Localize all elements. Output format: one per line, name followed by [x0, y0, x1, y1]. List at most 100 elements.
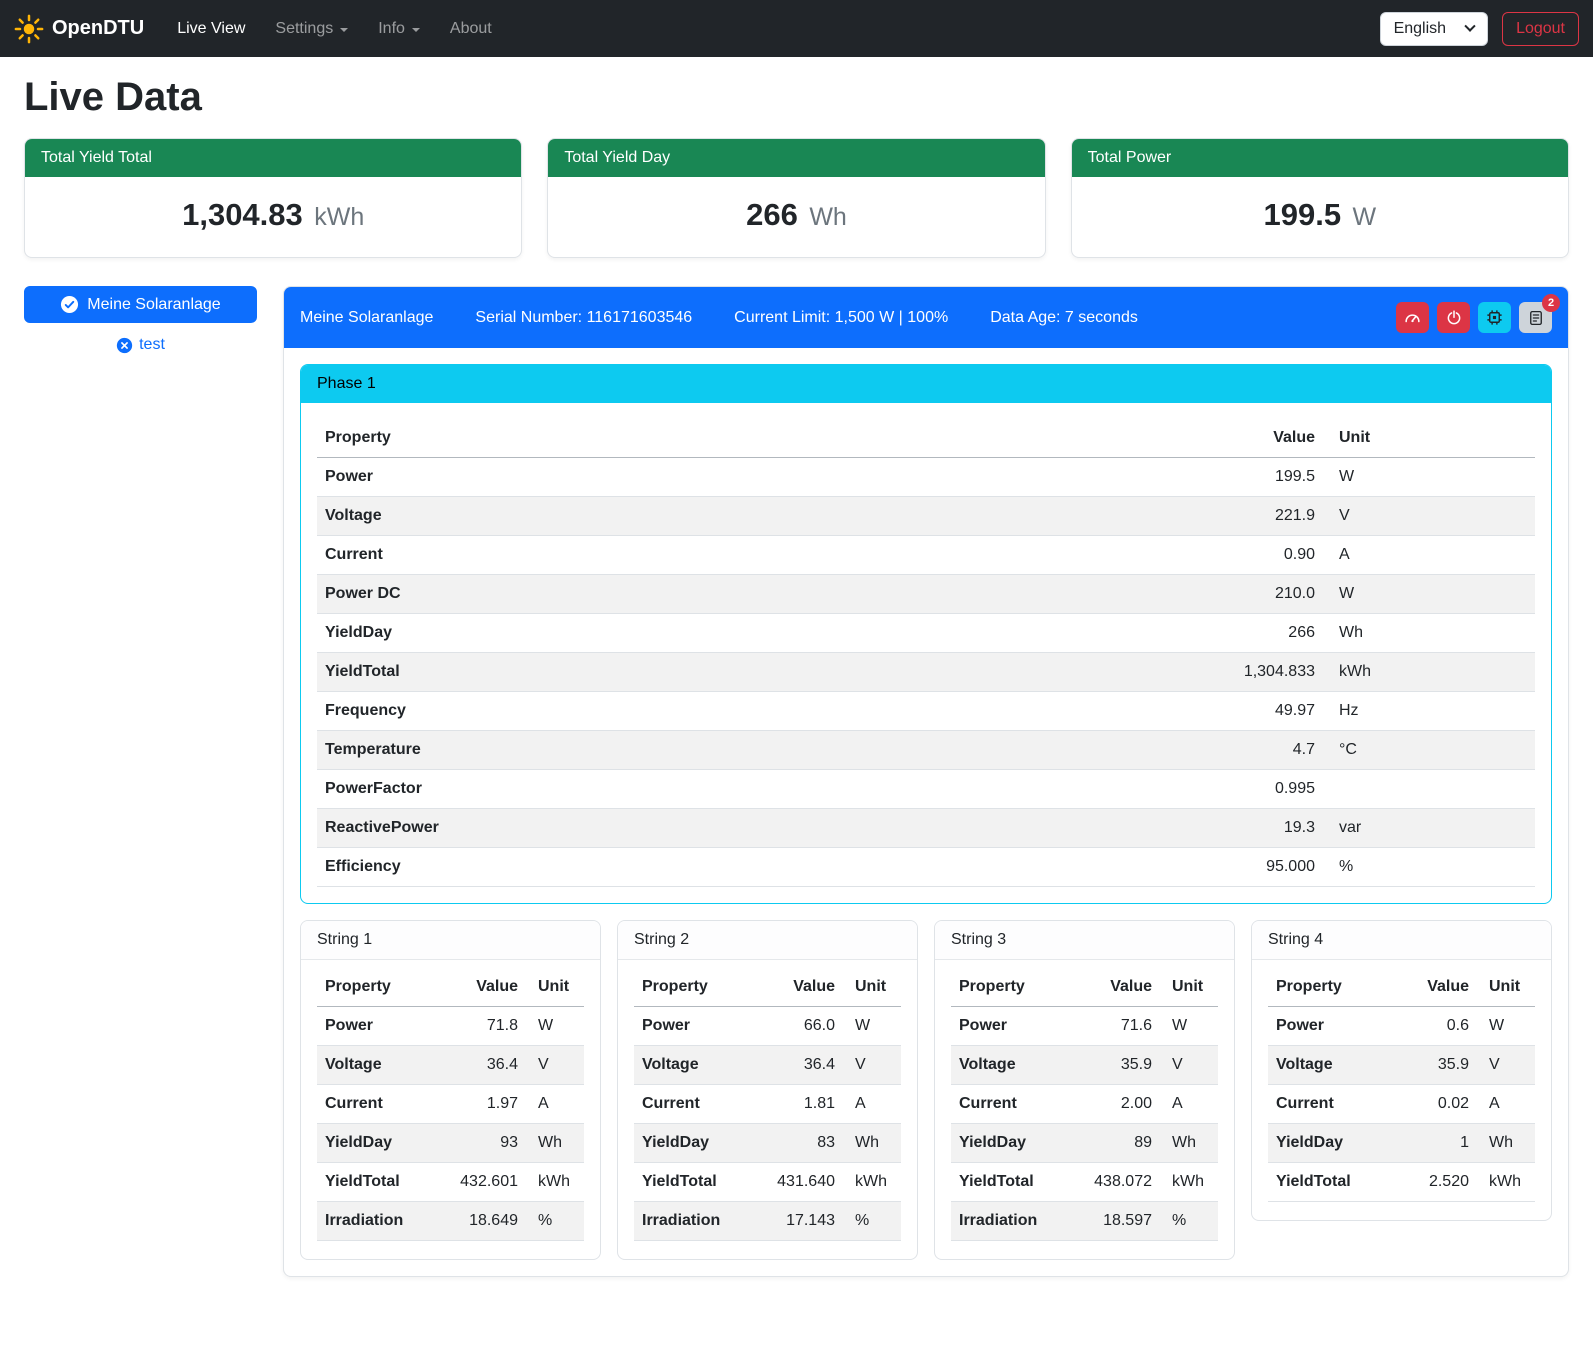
string-body: Property Value Unit Power [1252, 960, 1551, 1220]
strings-row: String 1 Property Value Unit [300, 920, 1552, 1260]
column-header-property: Property [317, 968, 444, 1007]
unit-cell: A [1323, 536, 1535, 575]
nav-links: Live View Settings Info About [162, 12, 1379, 46]
unit-cell: Wh [843, 1124, 901, 1163]
main-row: Meine Solaranlage test Meine Solaranlage [24, 286, 1569, 1277]
table-row: YieldTotal 432.601 kWh [317, 1163, 584, 1202]
nav-item-live-view[interactable]: Live View [162, 12, 260, 46]
device-info-button[interactable] [1478, 302, 1511, 333]
inverter-panel-header: Meine Solaranlage Serial Number: 1161716… [284, 287, 1568, 348]
property-cell: Power [951, 1007, 1078, 1046]
journal-icon [1527, 309, 1545, 327]
column-header-unit: Unit [1477, 968, 1535, 1007]
property-cell: YieldDay [634, 1124, 761, 1163]
unit-cell: Hz [1323, 692, 1535, 731]
event-log-button[interactable]: 2 [1519, 302, 1552, 333]
property-cell: Power [317, 458, 1211, 497]
card-body: 199.5 W [1072, 177, 1568, 257]
unit-cell: V [1477, 1046, 1535, 1085]
unit-cell: Wh [1323, 614, 1535, 653]
value-cell: 1,304.833 [1211, 653, 1323, 692]
table-row: Voltage 35.9 V [951, 1046, 1218, 1085]
unit-cell: W [843, 1007, 901, 1046]
phase-table-body: Power 199.5 W Voltage 221.9 V [317, 458, 1535, 887]
brand[interactable]: OpenDTU [14, 14, 144, 44]
table-row: Voltage 36.4 V [634, 1046, 901, 1085]
language-select[interactable]: English [1380, 12, 1488, 46]
string-2-table: Property Value Unit Power [634, 968, 901, 1241]
column-header-unit: Unit [526, 968, 584, 1007]
value-cell: 221.9 [1211, 497, 1323, 536]
property-cell: YieldDay [317, 1124, 444, 1163]
summary-row: Total Yield Total 1,304.83 kWh Total Yie… [24, 138, 1569, 258]
value-cell: 36.4 [444, 1046, 526, 1085]
unit-cell: V [526, 1046, 584, 1085]
nav-right: English Logout [1380, 12, 1579, 46]
value-cell: 71.6 [1078, 1007, 1160, 1046]
unit-cell: W [526, 1007, 584, 1046]
table-row: ReactivePower 19.3 var [317, 809, 1535, 848]
value-cell: 0.90 [1211, 536, 1323, 575]
table-head: Property Value Unit [317, 419, 1535, 458]
table-row: YieldDay 93 Wh [317, 1124, 584, 1163]
property-cell: Voltage [317, 1046, 444, 1085]
limit-settings-button[interactable] [1396, 302, 1429, 333]
unit-cell: kWh [526, 1163, 584, 1202]
total-power-unit: W [1353, 203, 1377, 231]
property-cell: YieldTotal [634, 1163, 761, 1202]
unit-cell: kWh [843, 1163, 901, 1202]
property-cell: YieldDay [1268, 1124, 1395, 1163]
table-row: Power DC 210.0 W [317, 575, 1535, 614]
unit-cell: % [1160, 1202, 1218, 1241]
value-cell: 2.00 [1078, 1085, 1160, 1124]
nav-item-info[interactable]: Info [363, 12, 435, 46]
inverter-select-button[interactable]: Meine Solaranlage [24, 286, 257, 323]
inverter-panel-body: Phase 1 Property Value Unit [284, 348, 1568, 1276]
nav-item-about[interactable]: About [435, 12, 507, 46]
total-yield-day-unit: Wh [809, 203, 847, 231]
inverter-panel: Meine Solaranlage Serial Number: 1161716… [283, 286, 1569, 1277]
table-row: YieldTotal 438.072 kWh [951, 1163, 1218, 1202]
value-cell: 0.995 [1211, 770, 1323, 809]
property-cell: Current [634, 1085, 761, 1124]
nav-item-settings[interactable]: Settings [260, 12, 363, 46]
unit-cell: % [843, 1202, 901, 1241]
string-body: Property Value Unit Power [935, 960, 1234, 1259]
value-cell: 4.7 [1211, 731, 1323, 770]
column-header-property: Property [634, 968, 761, 1007]
phase-card: Phase 1 Property Value Unit [300, 364, 1552, 904]
column-header-value: Value [761, 968, 843, 1007]
value-cell: 18.649 [444, 1202, 526, 1241]
cpu-icon [1485, 308, 1504, 327]
table-row: PowerFactor 0.995 [317, 770, 1535, 809]
table-row: YieldTotal 2.520 kWh [1268, 1163, 1535, 1202]
property-cell: Voltage [951, 1046, 1078, 1085]
unit-cell: % [526, 1202, 584, 1241]
string-card-1: String 1 Property Value Unit [300, 920, 601, 1260]
table-row: Voltage 221.9 V [317, 497, 1535, 536]
column-header-property: Property [951, 968, 1078, 1007]
unit-cell: °C [1323, 731, 1535, 770]
property-cell: Current [1268, 1085, 1395, 1124]
table-head: Property Value Unit [1268, 968, 1535, 1007]
table-row: Power 71.8 W [317, 1007, 584, 1046]
test-link[interactable]: test [116, 336, 165, 354]
value-cell: 1.81 [761, 1085, 843, 1124]
card-header: Total Power [1072, 139, 1568, 177]
unit-cell: W [1323, 575, 1535, 614]
column-header-unit: Unit [1160, 968, 1218, 1007]
power-toggle-button[interactable] [1437, 302, 1470, 333]
property-cell: YieldTotal [317, 1163, 444, 1202]
table-head: Property Value Unit [317, 968, 584, 1007]
string-body: Property Value Unit Power [618, 960, 917, 1259]
card-header: Total Yield Day [548, 139, 1044, 177]
unit-cell: kWh [1477, 1163, 1535, 1202]
property-cell: Efficiency [317, 848, 1211, 887]
unit-cell: W [1477, 1007, 1535, 1046]
inverter-actions: 2 [1396, 302, 1552, 333]
property-cell: YieldDay [317, 614, 1211, 653]
string-title: String 3 [935, 921, 1234, 960]
value-cell: 66.0 [761, 1007, 843, 1046]
logout-button[interactable]: Logout [1502, 12, 1579, 46]
summary-card-total-yield-day: Total Yield Day 266 Wh [547, 138, 1045, 258]
